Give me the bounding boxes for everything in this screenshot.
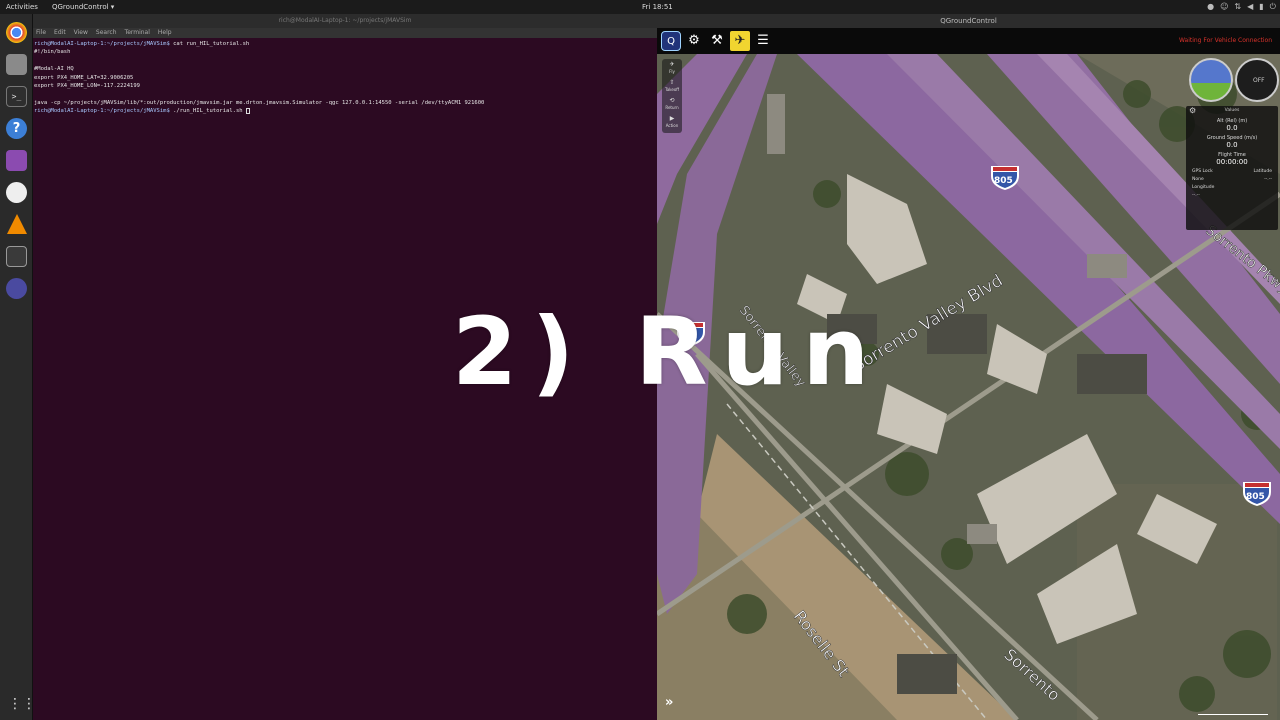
return-icon: ⟲ (669, 97, 675, 104)
battery-icon[interactable]: ▮ (1259, 0, 1263, 14)
values-title: Values (1224, 108, 1240, 113)
terminal-line: java -cp ~/projects/jMAVSim/lib/*:out/pr… (34, 99, 656, 107)
label-805-right: 805 (1246, 492, 1265, 502)
settings-icon[interactable]: ⚙ (684, 31, 704, 51)
record-icon[interactable]: ● (1207, 0, 1214, 14)
menu-search[interactable]: Search (96, 28, 117, 38)
menu-view[interactable]: View (74, 28, 88, 38)
qgc-window-title: QGroundControl (940, 17, 997, 25)
compass-readout: OFF (1253, 77, 1265, 84)
output-text: java -cp ~/projects/jMAVSim/lib/*:out/pr… (34, 99, 485, 106)
takeoff-icon: ⇧ (669, 79, 675, 86)
tool-label: Fly (669, 69, 675, 74)
gps-lat-row: GPS Lock Latitude (1186, 166, 1278, 174)
tool-label: Return (665, 105, 679, 110)
app-grid-icon[interactable]: ⋮⋮⋮ (8, 696, 50, 712)
app-menu[interactable]: QGroundControl ▾ (52, 0, 114, 14)
lon-values: --.-- (1186, 190, 1278, 198)
accessibility-icon[interactable]: ☺ (1220, 0, 1228, 14)
terminal-icon[interactable]: >_ (6, 86, 27, 107)
system-top-bar: Activities QGroundControl ▾ Fri 18:51 ● … (0, 0, 1280, 14)
terminal-line: export PX4_HOME_LON=-117.2224199 (34, 82, 656, 90)
terminal-line: #Modal-AI HQ (34, 65, 656, 73)
gps-lock-label: GPS Lock (1192, 169, 1213, 174)
system-tray[interactable]: ● ☺ ⇅ ◀ ▮ ⏻ (1207, 0, 1276, 14)
map-scale-bar (1198, 705, 1268, 715)
terminal-menu-bar: File Edit View Search Terminal Help (33, 28, 657, 38)
action-icon: ▶ (669, 115, 675, 122)
lon-row: Longitude (1186, 182, 1278, 190)
flight-time-value: 00:00:00 (1216, 158, 1248, 166)
screenshot-icon[interactable] (6, 150, 27, 171)
tool-label: Action (665, 123, 679, 128)
qgc-title-bar[interactable]: QGroundControl (657, 14, 1280, 28)
terminal-title-bar[interactable]: rich@ModalAI-Laptop-1: ~/projects/jMAVSi… (33, 14, 657, 28)
menu-terminal[interactable]: Terminal (125, 28, 150, 38)
terminal-line: rich@ModalAI-Laptop-1:~/projects/jMAVSim… (34, 107, 656, 115)
fly-tool-strip: ✈ Fly ⇧ Takeoff ⟲ Return ▶ Action (662, 59, 682, 133)
shell-prompt: rich@ModalAI-Laptop-1:~/projects/jMAVSim… (34, 108, 170, 115)
command-text: cat run_HIL_tutorial.sh (169, 41, 250, 47)
speed-value: 0.0 (1226, 141, 1238, 149)
vehicle-setup-icon[interactable]: ⚒ (707, 31, 727, 51)
shell-prompt: rich@ModalAI-Laptop-1:~/projects/jMAVSim… (34, 41, 170, 47)
network-icon[interactable]: ⇅ (1234, 0, 1241, 14)
terminal-cursor (245, 107, 250, 114)
tool-return[interactable]: ⟲ Return (662, 97, 682, 110)
tool-takeoff[interactable]: ⇧ Takeoff (662, 79, 682, 92)
output-text: export PX4_HOME_LON=-117.2224199 (34, 82, 140, 89)
latitude-value: --.-- (1264, 177, 1272, 182)
tool-label: Takeoff (664, 87, 680, 92)
latitude-label: Latitude (1253, 169, 1272, 174)
instrument-panel: OFF (1186, 58, 1280, 102)
step-overlay-title: 2) Run (452, 298, 884, 407)
terminal-line: #!/bin/bash (34, 48, 656, 56)
gps-lat-values: None --.-- (1186, 174, 1278, 182)
longitude-value: --.-- (1192, 193, 1200, 198)
drawing-icon[interactable] (6, 182, 27, 203)
chrome-icon[interactable] (6, 22, 27, 43)
command-text: ./run_HIL_tutorial.sh (169, 108, 246, 115)
qgc-toolbar: Q ⚙ ⚒ ✈ ☰ Waiting For Vehicle Connection (657, 28, 1280, 54)
label-805-top: 805 (994, 176, 1013, 186)
expand-chevron-icon[interactable]: » (665, 695, 673, 710)
alt-value: 0.0 (1226, 124, 1238, 132)
menu-file[interactable]: File (36, 28, 46, 38)
menu-help[interactable]: Help (158, 28, 172, 38)
tool-action[interactable]: ▶ Action (662, 115, 682, 128)
values-header: ⚙ Values (1186, 106, 1278, 115)
compass-indicator: OFF (1235, 58, 1279, 102)
tool-fly[interactable]: ✈ Fly (662, 61, 682, 74)
clock[interactable]: Fri 18:51 (642, 0, 673, 14)
terminal-line: rich@ModalAI-Laptop-1:~/projects/jMAVSim… (34, 40, 656, 48)
power-icon[interactable]: ⏻ (1270, 0, 1276, 14)
system-monitor-icon[interactable] (6, 246, 27, 267)
terminal-title: rich@ModalAI-Laptop-1: ~/projects/jMAVSi… (278, 17, 412, 24)
terminal-line: export PX4_HOME_LAT=32.9006205 (34, 74, 656, 82)
help-icon[interactable]: ? (6, 118, 27, 139)
attitude-indicator (1189, 58, 1233, 102)
output-text: #Modal-AI HQ (34, 66, 74, 73)
vlc-icon[interactable] (7, 214, 27, 234)
longitude-label: Longitude (1192, 185, 1215, 190)
gear-icon[interactable]: ⚙ (1189, 106, 1196, 115)
qgc-logo-icon[interactable]: Q (661, 31, 681, 51)
volume-icon[interactable]: ◀ (1247, 0, 1253, 14)
launcher-dock: >_ ? ⋮⋮⋮ (0, 14, 50, 720)
analyze-icon[interactable]: ☰ (753, 31, 773, 51)
qgroundcontrol-icon[interactable] (6, 278, 27, 299)
output-text: #!/bin/bash (34, 49, 71, 56)
files-icon[interactable] (6, 54, 27, 75)
gps-lock-value: None (1192, 177, 1204, 182)
activities-button[interactable]: Activities (6, 0, 38, 14)
connection-status: Waiting For Vehicle Connection (1178, 37, 1272, 44)
plan-icon[interactable]: ✈ (730, 31, 750, 51)
menu-edit[interactable]: Edit (54, 28, 66, 38)
values-widget: ⚙ Values Alt (Rel) (m) 0.0 Ground Speed … (1186, 106, 1278, 230)
output-text: export PX4_HOME_LAT=32.9006205 (34, 74, 134, 81)
fly-icon: ✈ (669, 61, 675, 68)
